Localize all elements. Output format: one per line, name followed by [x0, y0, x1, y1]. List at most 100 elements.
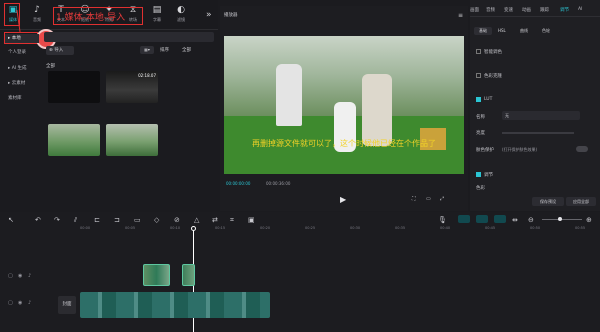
brightness-label: 亮度: [476, 131, 485, 136]
media-duration: 02:18.07: [138, 73, 156, 78]
filter-button[interactable]: 全部: [182, 47, 191, 53]
skin-protect-hint: (打开保护肤色效果): [502, 147, 538, 152]
sidebar-item-local[interactable]: ▸ 本地: [5, 34, 39, 43]
marker-icon[interactable]: ◇: [154, 216, 159, 224]
zoom-in-icon[interactable]: ⊕: [586, 216, 592, 224]
subtab-wheel[interactable]: 色轮: [542, 28, 550, 34]
lut-checkbox[interactable]: [476, 97, 481, 102]
snap-toggle-icon[interactable]: [458, 215, 470, 223]
filter-icon: ◐: [177, 5, 185, 15]
color-clone-label: 色彩克隆: [484, 74, 502, 79]
ruler-label: 00:55: [575, 226, 586, 230]
subtab-curve[interactable]: 曲线: [520, 28, 528, 34]
main-track-lock-icon[interactable]: ▢: [8, 300, 13, 306]
player-menu-icon[interactable]: ≡: [458, 12, 463, 19]
media-thumb-2[interactable]: 02:18.07: [106, 71, 158, 103]
tab-track[interactable]: 跟踪: [540, 7, 549, 13]
adjust-label: 调节: [484, 173, 493, 178]
freeze-icon[interactable]: ⊘: [174, 216, 180, 224]
adjust-checkbox[interactable]: [476, 172, 481, 177]
main-track-visibility-icon[interactable]: ◉: [18, 300, 22, 306]
timeline-ruler[interactable]: 00:00 00:05 00:10 00:15 00:20 00:25 00:3…: [80, 226, 600, 236]
video-preview[interactable]: 再删掉源文件就可以了，这个时候他已经在个作品了: [224, 36, 464, 174]
link-toggle-icon[interactable]: [476, 215, 488, 223]
split-right-icon[interactable]: ⊐: [114, 216, 120, 224]
undo-icon[interactable]: ↶: [35, 216, 41, 224]
sort-button[interactable]: 排序: [160, 47, 169, 53]
tab-animation[interactable]: 动画: [522, 7, 531, 13]
expand-toolbar-icon[interactable]: »: [206, 10, 212, 20]
ruler-label: 00:35: [395, 226, 406, 230]
view-toggle-icon[interactable]: ▦▾: [140, 46, 154, 54]
microphone-icon[interactable]: 🎙: [438, 216, 447, 224]
expand-icon[interactable]: ⤢: [440, 196, 444, 202]
more-tools-icon[interactable]: ▣: [248, 216, 255, 224]
select-tool-icon[interactable]: ↖: [8, 216, 14, 224]
color-clone-checkbox[interactable]: [476, 73, 481, 78]
warning-icon[interactable]: △: [194, 216, 199, 224]
ruler-label: 00:40: [440, 226, 451, 230]
tab-audio[interactable]: 音频: [486, 7, 495, 13]
crop-icon[interactable]: ⌗: [230, 216, 234, 225]
tab-adjust[interactable]: 调节: [560, 7, 569, 13]
redo-icon[interactable]: ↷: [54, 216, 60, 224]
ruler-label: 00:05: [125, 226, 136, 230]
smart-color-label: 智能调色: [484, 50, 502, 55]
skin-protect-label: 肤色保护: [476, 148, 494, 153]
track-audio-icon[interactable]: ♪: [28, 273, 31, 279]
mirror-icon[interactable]: ⇄: [212, 216, 218, 224]
cover-button[interactable]: 封面: [58, 296, 76, 314]
lut-label: LUT: [484, 97, 493, 102]
save-preset-button[interactable]: 保存预设: [532, 197, 564, 206]
toolbar-caption[interactable]: ▤ 字幕: [148, 5, 166, 23]
ratio-icon[interactable]: ▭: [426, 196, 431, 202]
main-track-audio-icon[interactable]: ♪: [28, 300, 31, 306]
tab-ai[interactable]: AI: [578, 7, 582, 12]
video-person-1: [276, 64, 302, 126]
divider: [470, 16, 600, 17]
sidebar-item-personal[interactable]: 个人登录: [5, 48, 39, 57]
overlay-clip-2[interactable]: [182, 264, 195, 286]
skin-protect-toggle[interactable]: [576, 146, 588, 152]
media-thumb-1[interactable]: [48, 71, 100, 103]
color-label: 色彩: [476, 186, 485, 191]
all-label: 全部: [46, 64, 55, 69]
preview-axis-icon[interactable]: [494, 215, 506, 223]
overlay-clip-1[interactable]: [143, 264, 170, 286]
main-video-clip[interactable]: [80, 292, 270, 318]
play-icon[interactable]: ▶: [340, 195, 346, 204]
sidebar-item-library[interactable]: 素材库: [5, 94, 39, 103]
ruler-label: 00:10: [170, 226, 181, 230]
tab-picture[interactable]: 画面: [470, 7, 479, 13]
fullscreen-icon[interactable]: ⛶: [412, 196, 416, 202]
properties-panel: 画面 音频 变速 动画 跟踪 调节 AI 基础 HSL 曲线 色轮 智能调色 色…: [470, 0, 600, 211]
media-thumb-3[interactable]: [48, 124, 100, 156]
media-sidebar: ▸ 本地 个人登录 ▸ AI 生成 ▸ 云素材 素材库: [2, 30, 42, 210]
ruler-label: 00:50: [530, 226, 541, 230]
sidebar-item-ai[interactable]: ▸ AI 生成: [5, 64, 39, 73]
sidebar-item-cloud[interactable]: ▸ 云素材: [5, 79, 39, 88]
brightness-slider[interactable]: [502, 132, 574, 134]
zoom-fit-icon[interactable]: ⊖: [528, 216, 534, 224]
split-left-icon[interactable]: ⊏: [94, 216, 100, 224]
subtab-hsl[interactable]: HSL: [498, 28, 506, 33]
subtab-basic[interactable]: 基础: [474, 27, 492, 35]
track-visibility-icon[interactable]: ◉: [18, 273, 22, 279]
tab-speed[interactable]: 变速: [504, 7, 513, 13]
split-icon[interactable]: ⫽: [74, 216, 77, 225]
lut-select[interactable]: 无: [502, 111, 580, 120]
toolbar-audio[interactable]: ♪ 音频: [28, 5, 46, 23]
player-title: 播放器: [224, 13, 238, 18]
ruler-label: 00:25: [305, 226, 316, 230]
smart-color-checkbox[interactable]: [476, 49, 481, 54]
media-thumb-4[interactable]: [106, 124, 158, 156]
track-lock-icon[interactable]: ▢: [8, 273, 13, 279]
delete-icon[interactable]: ▭: [134, 216, 141, 224]
zoom-slider[interactable]: [542, 219, 582, 220]
zoom-slider-handle[interactable]: [558, 217, 562, 221]
toolbar-filter[interactable]: ◐ 滤镜: [172, 5, 190, 23]
import-button[interactable]: ⊕ 导入: [46, 46, 74, 55]
search-bar[interactable]: [44, 32, 214, 42]
apply-all-button[interactable]: 应用全部: [566, 197, 596, 206]
align-icon[interactable]: ⇹: [512, 216, 518, 224]
